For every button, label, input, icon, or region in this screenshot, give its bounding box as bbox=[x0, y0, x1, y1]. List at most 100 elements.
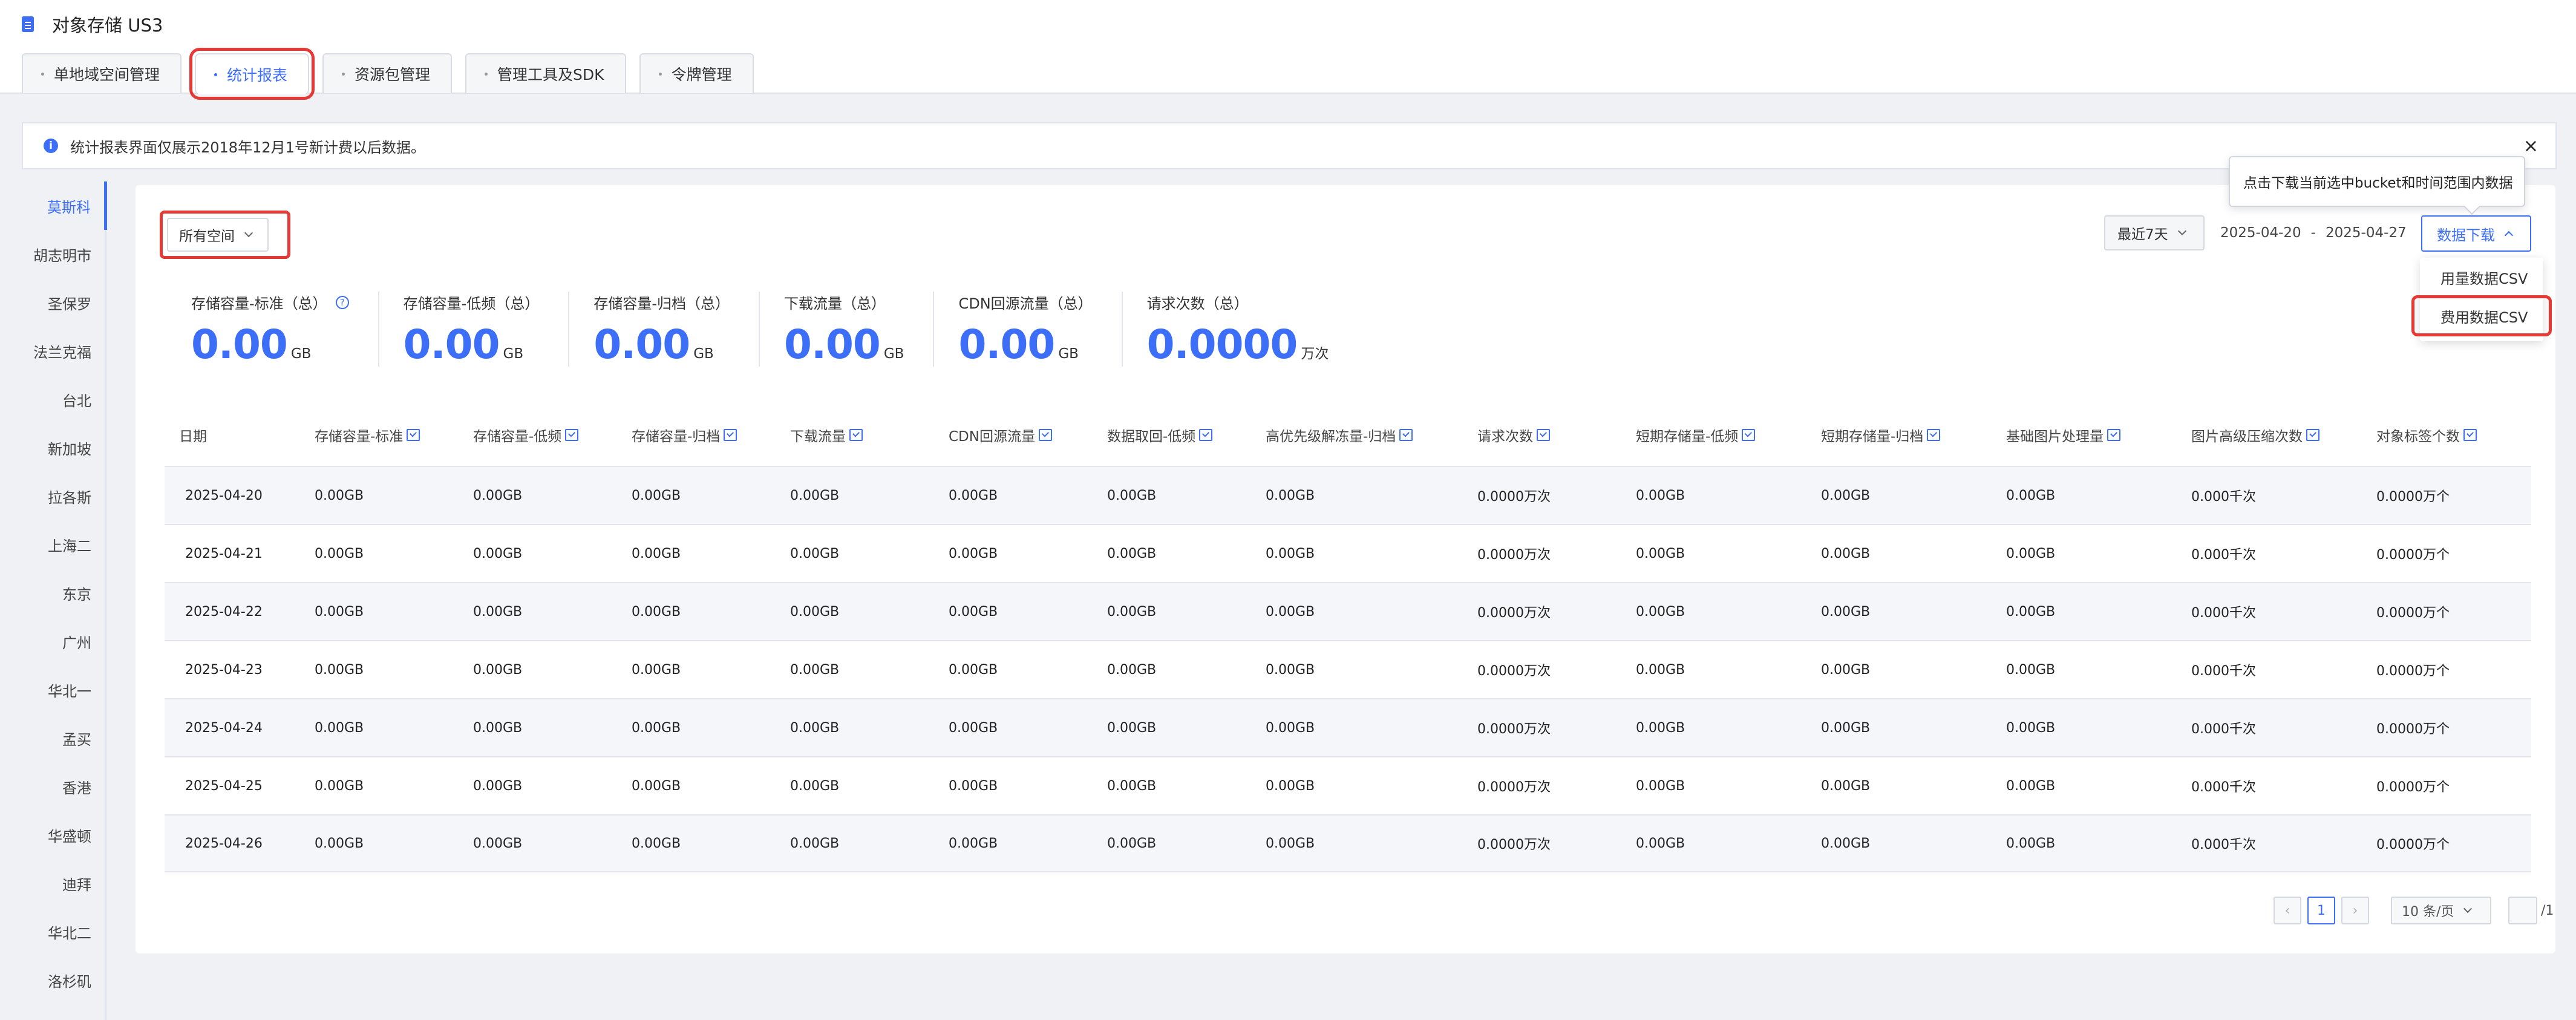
chart-toggle-icon[interactable] bbox=[2463, 429, 2477, 441]
app-title: 对象存储 US3 bbox=[22, 12, 163, 36]
table-cell: 0.00GB bbox=[1266, 604, 1315, 620]
region-item[interactable]: 拉各斯 bbox=[0, 472, 105, 520]
tab-statistics-report[interactable]: 统计报表 bbox=[189, 48, 315, 100]
column-header: 基础图片处理量 bbox=[1992, 425, 2177, 445]
column-header-label: 存储容量-归档 bbox=[632, 429, 721, 445]
page-number-button[interactable]: 1 bbox=[2307, 897, 2335, 924]
stat-card: 存储容量-归档（总） 0.00 GB bbox=[569, 292, 760, 368]
chart-toggle-icon[interactable] bbox=[1038, 429, 1052, 441]
data-download-button[interactable]: 数据下载 bbox=[2421, 215, 2531, 252]
region-item[interactable]: 广州 bbox=[0, 617, 105, 665]
stat-card: CDN回源流量（总） 0.00 GB bbox=[934, 292, 1123, 368]
info-icon: i bbox=[44, 139, 58, 153]
region-item[interactable]: 莫斯科 bbox=[0, 181, 107, 230]
stat-value: 0.00 GB bbox=[784, 321, 904, 368]
column-header: 存储容量-归档 bbox=[617, 425, 776, 445]
chart-toggle-icon[interactable] bbox=[1742, 429, 1756, 441]
chart-toggle-icon[interactable] bbox=[2306, 429, 2319, 441]
region-item[interactable]: 台北 bbox=[0, 375, 105, 423]
stat-card: 下载流量（总） 0.00 GB bbox=[760, 292, 935, 368]
tab-dot-icon bbox=[214, 73, 218, 76]
download-cost-csv[interactable]: 费用数据CSV bbox=[2411, 295, 2552, 336]
table-cell: 0.00GB bbox=[949, 546, 998, 561]
region-item[interactable]: 华盛顿 bbox=[0, 811, 105, 859]
tab-label: 管理工具及SDK bbox=[497, 66, 604, 83]
date-cell: 2025-04-25 bbox=[185, 778, 263, 794]
region-item[interactable]: 东京 bbox=[0, 569, 105, 617]
table-cell: 0.0000万个 bbox=[2376, 780, 2450, 795]
stat-card: 存储容量-低频（总） 0.00 GB bbox=[379, 292, 570, 368]
tab-single-region-space[interactable]: 单地域空间管理 bbox=[22, 53, 182, 93]
table-cell: 0.00GB bbox=[1266, 662, 1315, 678]
column-header: 数据取回-低频 bbox=[1093, 425, 1251, 445]
chart-toggle-icon[interactable] bbox=[849, 429, 863, 441]
tab-dot-icon bbox=[485, 72, 488, 76]
column-header: 短期存储量-归档 bbox=[1806, 425, 1992, 445]
region-item[interactable]: 华北一 bbox=[0, 665, 105, 714]
column-header-label: 数据取回-低频 bbox=[1107, 429, 1196, 445]
time-range-select[interactable]: 最近7天 bbox=[2104, 215, 2205, 250]
page-total: /1 bbox=[2541, 903, 2554, 918]
tab-dot-icon bbox=[342, 72, 345, 76]
region-item[interactable]: 新加坡 bbox=[0, 423, 105, 472]
column-header-label: 图片高级压缩次数 bbox=[2191, 429, 2303, 445]
date-cell: 2025-04-21 bbox=[185, 546, 263, 561]
region-item[interactable]: 孟买 bbox=[0, 714, 105, 762]
download-tooltip: 点击下载当前选中bucket和时间范围内数据 bbox=[2229, 156, 2525, 207]
column-header-label: 存储容量-低频 bbox=[473, 429, 562, 445]
table-cell: 0.00GB bbox=[632, 604, 681, 620]
region-item[interactable]: 迪拜 bbox=[0, 859, 105, 907]
chart-toggle-icon[interactable] bbox=[407, 429, 420, 441]
next-page-button[interactable]: › bbox=[2341, 897, 2369, 924]
table-cell: 0.00GB bbox=[1107, 488, 1157, 503]
table-cell: 0.00GB bbox=[1266, 835, 1315, 851]
tab-token-management[interactable]: 令牌管理 bbox=[639, 53, 754, 93]
chart-toggle-icon[interactable] bbox=[1399, 429, 1413, 441]
region-item[interactable]: 圣保罗 bbox=[0, 278, 105, 327]
chart-toggle-icon[interactable] bbox=[2107, 429, 2120, 441]
chart-toggle-icon[interactable] bbox=[1927, 429, 1941, 441]
region-item[interactable]: 上海二 bbox=[0, 520, 105, 569]
chart-toggle-icon[interactable] bbox=[1199, 429, 1213, 441]
end-date: 2025-04-27 bbox=[2325, 225, 2407, 241]
download-usage-csv[interactable]: 用量数据CSV bbox=[2420, 258, 2543, 296]
table-cell: 0.00GB bbox=[315, 546, 364, 561]
column-header: CDN回源流量 bbox=[934, 425, 1093, 445]
table-cell: 0.00GB bbox=[1266, 546, 1315, 561]
time-range-value: 最近7天 bbox=[2117, 227, 2168, 243]
region-item[interactable]: 香港 bbox=[0, 762, 105, 811]
page-size-select[interactable]: 10 条/页 bbox=[2391, 897, 2491, 924]
region-item[interactable]: 华北二 bbox=[0, 907, 105, 956]
page-jump-input[interactable] bbox=[2508, 897, 2537, 924]
table-cell: 0.00GB bbox=[632, 720, 681, 736]
chart-toggle-icon[interactable] bbox=[1537, 429, 1550, 441]
table-cell: 0.00GB bbox=[1821, 662, 1871, 678]
table-cell: 0.00GB bbox=[632, 835, 681, 851]
help-icon[interactable]: ? bbox=[335, 295, 349, 309]
stat-label: 请求次数（总） bbox=[1146, 295, 1249, 312]
table-cell: 0.000千次 bbox=[2191, 780, 2256, 795]
prev-page-button[interactable]: ‹ bbox=[2274, 897, 2301, 924]
stat-number: 0.00 bbox=[191, 321, 288, 368]
tab-tools-sdk[interactable]: 管理工具及SDK bbox=[465, 53, 626, 93]
table-cell: 0.00GB bbox=[632, 488, 681, 503]
region-item[interactable]: 法兰克福 bbox=[0, 327, 105, 375]
chart-toggle-icon[interactable] bbox=[724, 429, 737, 441]
close-icon[interactable]: × bbox=[2523, 136, 2538, 157]
table-cell: 0.00GB bbox=[1821, 604, 1871, 620]
date-range-picker[interactable]: 2025-04-20 - 2025-04-27 bbox=[2220, 215, 2416, 250]
table-cell: 0.0000万个 bbox=[2376, 489, 2450, 505]
region-item[interactable]: 洛杉矶 bbox=[0, 956, 105, 1004]
table-cell: 0.000千次 bbox=[2191, 489, 2256, 505]
column-header: 短期存储量-低频 bbox=[1621, 425, 1806, 445]
date-cell: 2025-04-22 bbox=[185, 604, 263, 620]
region-item[interactable]: 胡志明市 bbox=[0, 230, 105, 278]
table-cell: 0.00GB bbox=[1821, 546, 1871, 561]
tab-resource-package[interactable]: 资源包管理 bbox=[322, 53, 453, 93]
table-cell: 0.0000万个 bbox=[2376, 606, 2450, 621]
table-cell: 0.0000万个 bbox=[2376, 548, 2450, 563]
table-cell: 0.0000万次 bbox=[1477, 664, 1551, 679]
chart-toggle-icon[interactable] bbox=[565, 429, 579, 441]
bucket-select[interactable]: 所有空间 bbox=[167, 218, 269, 252]
stat-label: 存储容量-归档（总） bbox=[593, 295, 730, 312]
